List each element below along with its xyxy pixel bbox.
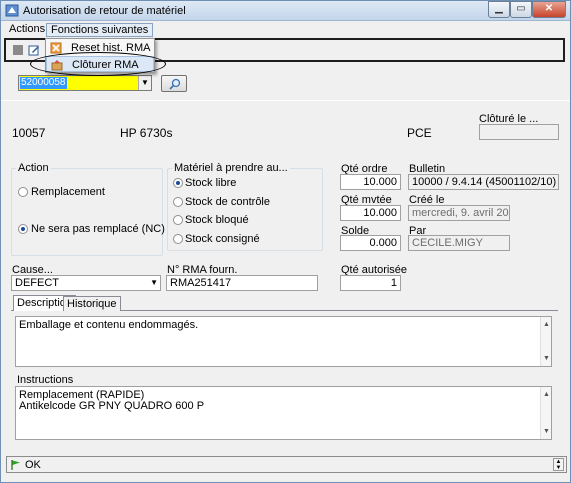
- flag-icon: [11, 460, 20, 470]
- close-button[interactable]: ✕: [532, 1, 566, 18]
- menu-actions[interactable]: Actions: [5, 23, 49, 37]
- description-scrollbar[interactable]: ▲ ▼: [540, 317, 551, 366]
- instructions-textarea[interactable]: Remplacement (RAPIDE) Antikelcode GR PNY…: [15, 386, 552, 440]
- close-rma-icon: [51, 60, 63, 71]
- description-text: Emballage et contenu endommagés.: [19, 319, 199, 331]
- radio-stock-consigne-label: Stock consigné: [185, 233, 260, 245]
- cree-le-field: mercredi, 9. avril 2014: [408, 205, 510, 221]
- radio-stock-controle[interactable]: [173, 197, 183, 207]
- menu-item-reset-rma[interactable]: Reset hist. RMA: [46, 40, 154, 56]
- instructions-scrollbar[interactable]: ▲ ▼: [540, 387, 551, 439]
- radio-remplacement[interactable]: [18, 187, 28, 197]
- radio-stock-bloque-label: Stock bloqué: [185, 214, 249, 226]
- materiel-group-title: Matériel à prendre au...: [172, 162, 290, 174]
- status-spinner[interactable]: ▲ ▼: [553, 458, 564, 471]
- qte-ordre-field: 10.000: [340, 174, 401, 190]
- search-icon: [169, 78, 181, 90]
- cause-value: DEFECT: [15, 277, 59, 289]
- header-separator: [1, 100, 570, 101]
- maximize-icon: ▭: [516, 3, 526, 14]
- minimize-icon: ▁: [495, 3, 503, 14]
- solde-field: 0.000: [340, 235, 401, 251]
- radio-stock-libre[interactable]: [173, 178, 183, 188]
- status-text: OK: [25, 459, 41, 471]
- fonctions-dropdown: Reset hist. RMA Clôturer RMA: [45, 38, 155, 73]
- radio-stock-consigne[interactable]: [173, 234, 183, 244]
- rma-number-value: 52000058: [20, 77, 67, 89]
- chevron-down-icon[interactable]: ▼: [150, 276, 158, 290]
- spin-down-icon[interactable]: ▼: [556, 465, 562, 471]
- radio-non-remplace-label: Ne sera pas remplacé (NC): [31, 223, 165, 235]
- bulletin-field: 10000 / 9.4.14 (45001102/10): [408, 174, 559, 190]
- par-field: CECILE.MIGY: [408, 235, 510, 251]
- scroll-up-icon[interactable]: ▲: [543, 319, 550, 330]
- rma-window: Autorisation de retour de matériel ▁ ▭ ✕…: [0, 0, 571, 483]
- window-title: Autorisation de retour de matériel: [23, 5, 186, 17]
- cause-select[interactable]: DEFECT ▼: [11, 275, 161, 291]
- edit-icon[interactable]: [28, 44, 40, 56]
- menu-bar: Actions Fonctions suivantes: [1, 21, 570, 38]
- minimize-button[interactable]: ▁: [488, 1, 510, 18]
- product-name: HP 6730s: [120, 126, 173, 140]
- instructions-label: Instructions: [17, 374, 74, 386]
- qte-mvtee-field: 10.000: [340, 205, 401, 221]
- menu-fonctions-suivantes[interactable]: Fonctions suivantes: [46, 23, 154, 37]
- menu-item-reset-rma-label: Reset hist. RMA: [71, 42, 151, 54]
- rma-number-select[interactable]: 52000058 ▼: [18, 75, 152, 91]
- search-button[interactable]: [161, 75, 187, 92]
- action-group-title: Action: [16, 162, 51, 174]
- maximize-button[interactable]: ▭: [510, 1, 532, 18]
- radio-non-remplace[interactable]: [18, 224, 28, 234]
- radio-remplacement-label: Remplacement: [31, 186, 105, 198]
- instructions-line-2: Antikelcode GR PNY QUADRO 600 P: [19, 400, 205, 412]
- item-code: 10057: [12, 126, 46, 140]
- radio-stock-libre-label: Stock libre: [185, 177, 237, 189]
- reset-icon: [50, 42, 62, 54]
- scroll-up-icon[interactable]: ▲: [543, 389, 550, 400]
- chevron-down-icon[interactable]: ▼: [138, 76, 151, 90]
- rma-fourn-field[interactable]: RMA251417: [166, 275, 318, 291]
- cloture-field: [479, 124, 559, 140]
- qte-autorisee-field[interactable]: 1: [340, 275, 401, 291]
- status-bar: OK ▲ ▼: [6, 456, 567, 473]
- menu-item-cloturer-rma[interactable]: Clôturer RMA: [46, 56, 154, 72]
- menu-item-cloturer-rma-label: Clôturer RMA: [72, 59, 139, 71]
- close-icon: ✕: [544, 3, 554, 14]
- radio-stock-bloque[interactable]: [173, 215, 183, 225]
- scroll-down-icon[interactable]: ▼: [543, 353, 550, 364]
- radio-stock-controle-label: Stock de contrôle: [185, 196, 270, 208]
- scroll-down-icon[interactable]: ▼: [543, 426, 550, 437]
- description-textarea[interactable]: Emballage et contenu endommagés. ▲ ▼: [15, 316, 552, 367]
- stop-icon[interactable]: [12, 44, 24, 56]
- materiel-group: Matériel à prendre au... Stock libre Sto…: [167, 162, 323, 251]
- title-bar: Autorisation de retour de matériel ▁ ▭ ✕: [1, 1, 570, 21]
- app-icon: [5, 4, 19, 17]
- action-group: Action Remplacement Ne sera pas remplacé…: [11, 162, 165, 256]
- unit-label: PCE: [407, 126, 432, 140]
- tab-historique[interactable]: Historique: [63, 296, 121, 311]
